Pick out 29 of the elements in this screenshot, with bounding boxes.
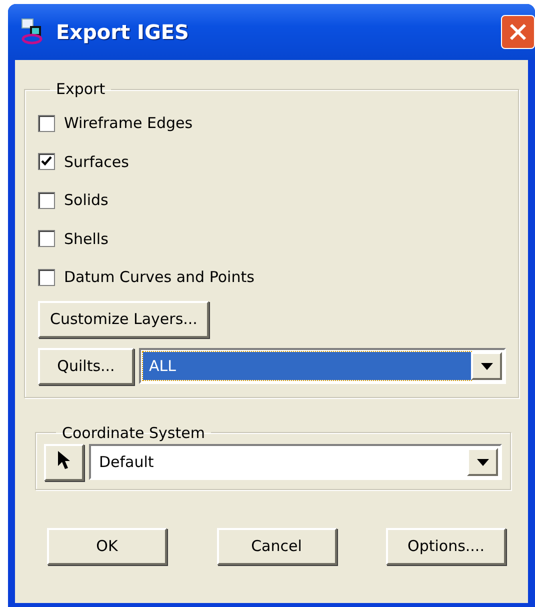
- dropdown-arrow-button[interactable]: [471, 352, 502, 380]
- checkbox[interactable]: [38, 114, 55, 132]
- window-title: Export IGES: [56, 20, 189, 44]
- coordinate-dropdown[interactable]: Default: [89, 444, 502, 480]
- close-icon: [509, 23, 527, 41]
- checkbox[interactable]: [38, 153, 55, 170]
- checkbox[interactable]: [38, 230, 55, 248]
- group-label: Export: [55, 80, 106, 98]
- dropdown-value: ALL: [143, 352, 471, 380]
- checkbox-label: Solids: [64, 191, 108, 210]
- checkbox[interactable]: [38, 268, 55, 286]
- group-label: Coordinate System: [61, 424, 206, 442]
- checkbox[interactable]: [38, 192, 55, 209]
- dialog-button[interactable]: OK: [47, 528, 167, 564]
- checkbox-label: Surfaces: [64, 152, 129, 171]
- dropdown-arrow-button[interactable]: [467, 448, 498, 476]
- close-button[interactable]: [501, 15, 535, 49]
- pick-button[interactable]: [44, 444, 84, 480]
- checkbox-label: Wireframe Edges: [64, 114, 193, 132]
- checkbox-label: Shells: [64, 230, 108, 248]
- quilts-button[interactable]: Quilts...: [38, 348, 134, 384]
- dialog-button[interactable]: Cancel: [216, 528, 336, 564]
- checkbox-label: Datum Curves and Points: [64, 268, 254, 286]
- quilts-dropdown[interactable]: ALL: [139, 348, 506, 384]
- caret-icon: [476, 458, 488, 466]
- caret-icon: [480, 362, 492, 370]
- customize-layers-button[interactable]: Customize Layers...: [38, 300, 210, 338]
- dialog-button[interactable]: Options....: [386, 528, 506, 564]
- pointer-icon: [57, 450, 71, 470]
